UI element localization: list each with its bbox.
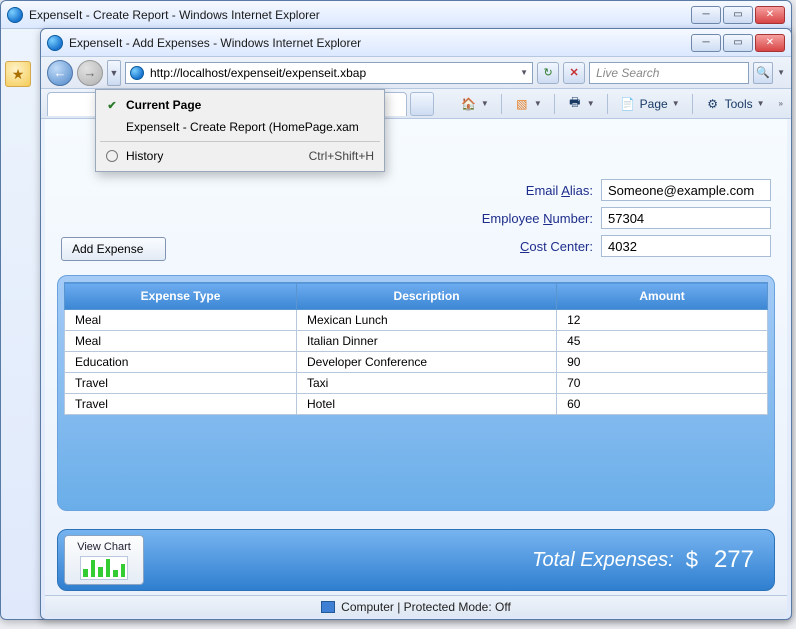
page-label: Page [640, 97, 668, 111]
favorites-icon[interactable]: ★ [5, 61, 31, 87]
total-expenses-label: Total Expenses: [532, 549, 674, 572]
titlebar-back[interactable]: ExpenseIt - Create Report - Windows Inte… [1, 1, 791, 29]
print-icon: 🖶 [567, 96, 583, 112]
chevron-button[interactable]: » [777, 93, 785, 115]
table-row[interactable]: EducationDeveloper Conference90 [65, 352, 768, 373]
search-placeholder: Live Search [596, 66, 659, 80]
maximize-button[interactable]: ▭ [723, 6, 753, 24]
search-provider-dropdown[interactable]: ▼ [777, 68, 785, 77]
employee-number-label: Employee Number: [453, 211, 593, 226]
search-box[interactable]: Live Search [589, 62, 749, 84]
stop-button[interactable]: ✕ [563, 62, 585, 84]
tools-menu[interactable]: ⚙Tools▼ [699, 93, 771, 115]
rss-icon: ▧ [514, 96, 530, 112]
table-header-row: Expense Type Description Amount [65, 283, 768, 310]
nav-toolbar: ← → ▼ http://localhost/expenseit/expense… [41, 57, 791, 89]
history-item-current[interactable]: ✔ Current Page [96, 94, 384, 116]
home-icon: 🏠 [461, 96, 477, 112]
window-controls: ─ ▭ ✕ [691, 6, 785, 24]
status-text: Computer | Protected Mode: Off [341, 600, 511, 614]
col-description[interactable]: Description [296, 283, 556, 310]
address-bar[interactable]: http://localhost/expenseit/expenseit.xba… [125, 62, 533, 84]
address-text: http://localhost/expenseit/expenseit.xba… [150, 66, 366, 80]
table-row[interactable]: MealMexican Lunch12 [65, 310, 768, 331]
totals-bar: View Chart Total Expenses: $ 277 [57, 529, 775, 591]
expense-grid-panel: Expense Type Description Amount MealMexi… [57, 275, 775, 511]
employee-form: Email Alias: Employee Number: Cost Cente… [453, 179, 771, 257]
add-expense-button[interactable]: Add Expense E [61, 237, 166, 261]
tools-label: Tools [725, 97, 753, 111]
currency-symbol: $ [686, 547, 698, 573]
refresh-button[interactable]: ↻ [537, 62, 559, 84]
cost-center-input[interactable] [601, 235, 771, 257]
recent-pages-menu: ✔ Current Page ExpenseIt - Create Report… [95, 89, 385, 172]
close-button[interactable]: ✕ [755, 6, 785, 24]
gear-icon: ⚙ [705, 96, 721, 112]
minimize-button[interactable]: ─ [691, 6, 721, 24]
ie-page-icon [130, 66, 144, 80]
computer-zone-icon [321, 601, 335, 613]
minimize-button[interactable]: ─ [691, 34, 721, 52]
ie-logo-icon [7, 7, 23, 23]
history-shortcut: Ctrl+Shift+H [309, 149, 374, 163]
ie-logo-icon [47, 35, 63, 51]
view-chart-label: View Chart [77, 541, 131, 553]
new-tab-button[interactable] [410, 92, 434, 116]
table-row[interactable]: MealItalian Dinner45 [65, 331, 768, 352]
email-alias-input[interactable] [601, 179, 771, 201]
history-item-label: Current Page [126, 98, 201, 112]
history-item-label: ExpenseIt - Create Report (HomePage.xam [126, 120, 359, 134]
page-icon: 📄 [620, 96, 636, 112]
clock-icon [106, 150, 118, 162]
bar-chart-icon [80, 556, 128, 580]
history-item[interactable]: ExpenseIt - Create Report (HomePage.xam [96, 116, 384, 138]
ie-window-front: ExpenseIt - Add Expenses - Windows Inter… [40, 28, 792, 620]
page-menu[interactable]: 📄Page▼ [614, 93, 686, 115]
history-menu-item[interactable]: History Ctrl+Shift+H [96, 145, 384, 167]
window-title: ExpenseIt - Create Report - Windows Inte… [29, 8, 685, 22]
print-button[interactable]: 🖶▼ [561, 93, 601, 115]
separator [554, 94, 555, 114]
col-expense-type[interactable]: Expense Type [65, 283, 297, 310]
employee-number-input[interactable] [601, 207, 771, 229]
add-expense-label: Add Expense [72, 242, 143, 256]
separator [607, 94, 608, 114]
total-expenses-amount: 277 [714, 546, 754, 574]
cost-center-label: Cost Center: [453, 239, 593, 254]
home-button[interactable]: 🏠▼ [455, 93, 495, 115]
address-dropdown-icon[interactable]: ▼ [520, 68, 528, 77]
window-controls: ─ ▭ ✕ [691, 34, 785, 52]
check-icon: ✔ [106, 99, 118, 112]
feeds-button[interactable]: ▧▼ [508, 93, 548, 115]
forward-button[interactable]: → [77, 60, 103, 86]
close-button[interactable]: ✕ [755, 34, 785, 52]
email-alias-label: Email Alias: [453, 183, 593, 198]
separator [692, 94, 693, 114]
separator [501, 94, 502, 114]
view-chart-button[interactable]: View Chart [64, 535, 144, 585]
recent-pages-dropdown[interactable]: ▼ [107, 60, 121, 86]
search-go-button[interactable]: 🔍 [753, 62, 773, 84]
menu-separator [100, 141, 380, 142]
maximize-button[interactable]: ▭ [723, 34, 753, 52]
history-label: History [126, 149, 163, 163]
titlebar-front[interactable]: ExpenseIt - Add Expenses - Windows Inter… [41, 29, 791, 57]
window-title: ExpenseIt - Add Expenses - Windows Inter… [69, 36, 685, 50]
app-content: Email Alias: Employee Number: Cost Cente… [45, 119, 787, 595]
status-bar: Computer | Protected Mode: Off [45, 595, 787, 617]
col-amount[interactable]: Amount [557, 283, 768, 310]
table-row[interactable]: TravelHotel60 [65, 394, 768, 415]
back-button[interactable]: ← [47, 60, 73, 86]
table-row[interactable]: TravelTaxi70 [65, 373, 768, 394]
expense-table: Expense Type Description Amount MealMexi… [64, 282, 768, 415]
